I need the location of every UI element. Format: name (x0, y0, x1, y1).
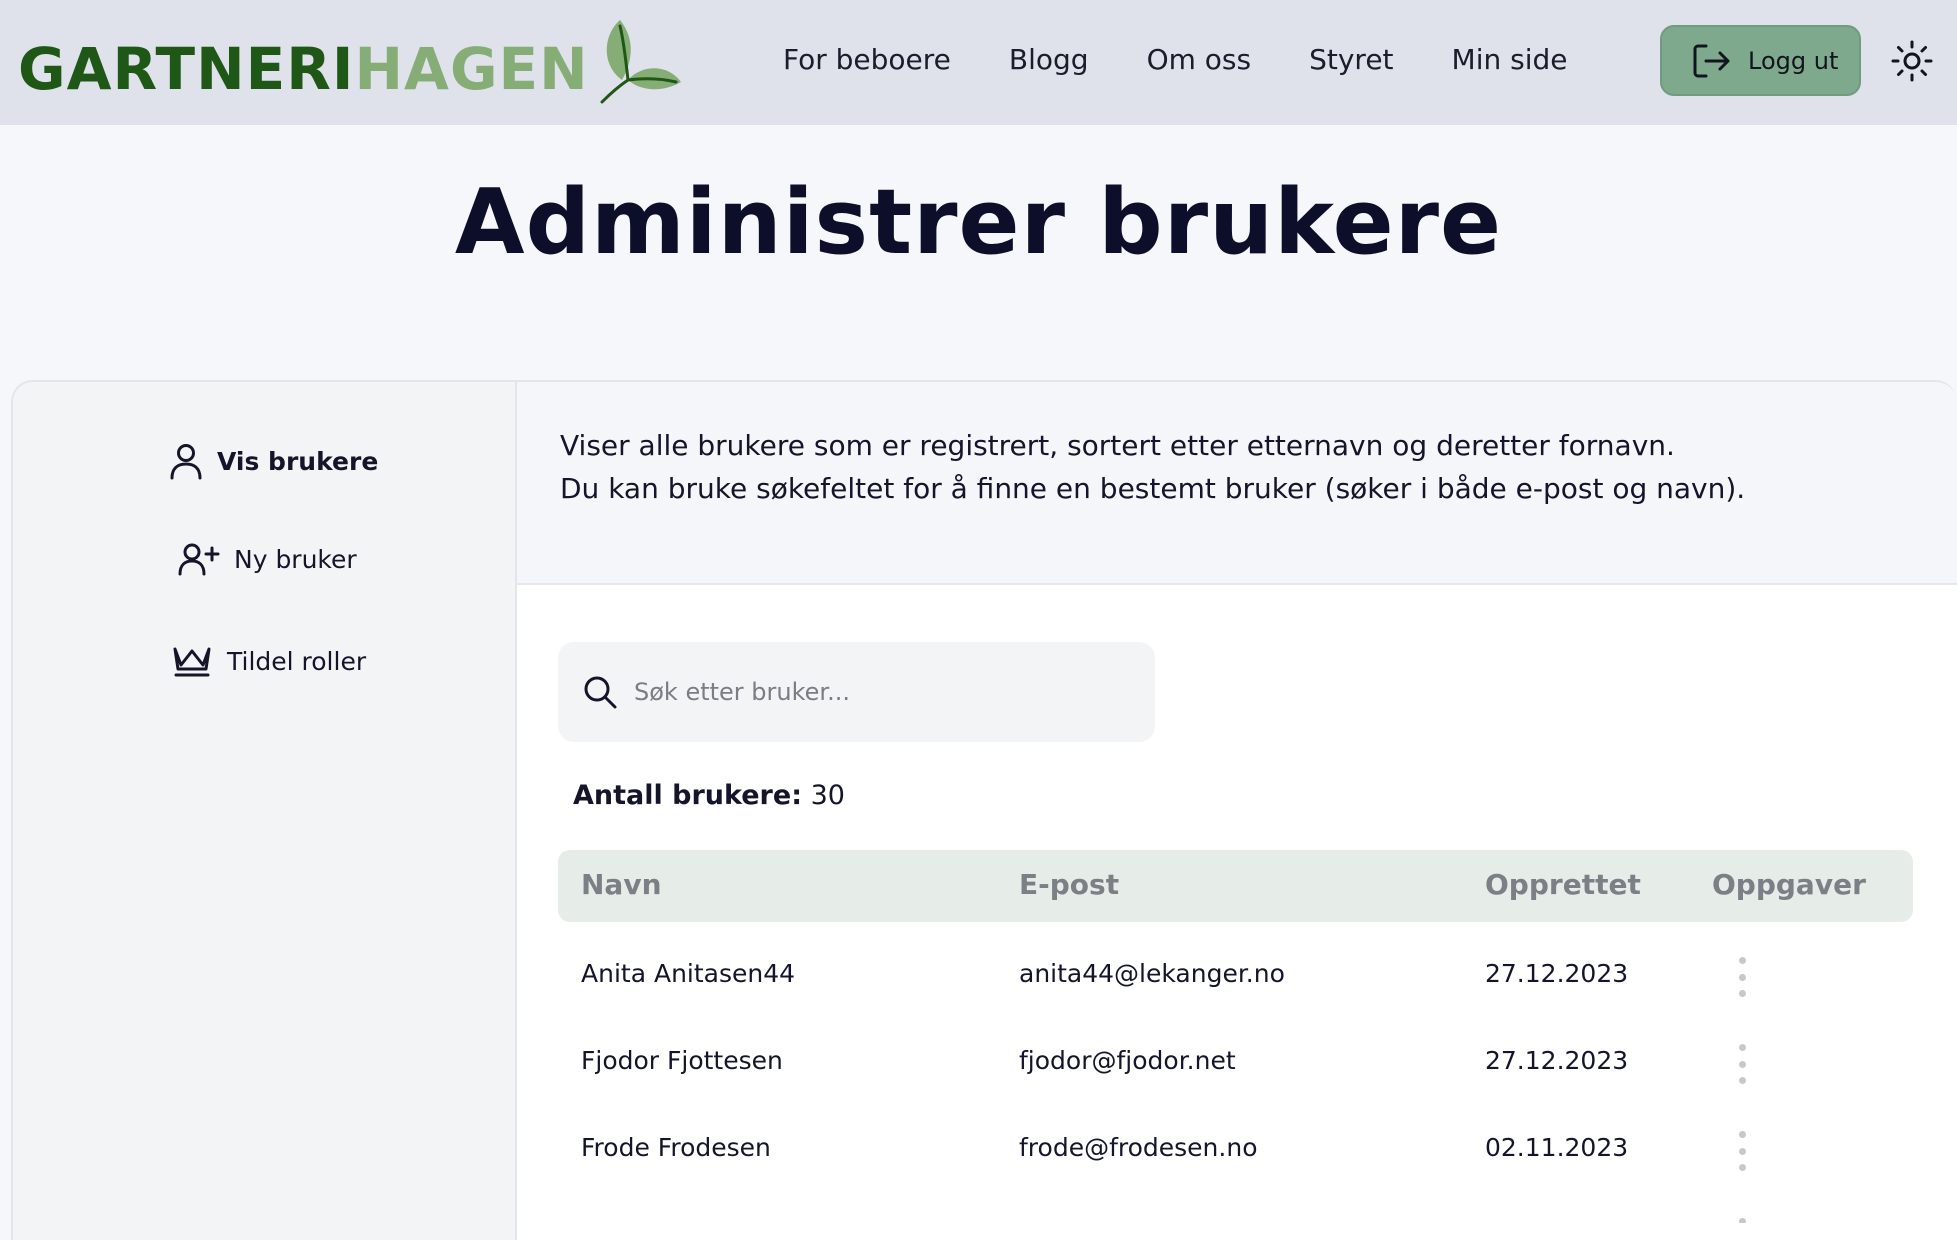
theme-toggle[interactable] (1889, 38, 1935, 84)
site-header: GARTNERIHAGEN For beboere Blogg Om oss S… (0, 0, 1957, 125)
logo-text-dark: GARTNERI (18, 35, 355, 103)
sidebar-item-tildel-roller[interactable]: Tildel roller (171, 643, 366, 679)
nav-styret[interactable]: Styret (1309, 40, 1393, 80)
user-count: Antall brukere: 30 (573, 780, 845, 811)
row-actions-menu-icon[interactable] (1734, 1218, 1750, 1223)
sidebar-item-vis-brukere[interactable]: Vis brukere (169, 442, 378, 480)
main-nav: For beboere Blogg Om oss Styret Min side (783, 40, 1626, 80)
search-box (558, 642, 1155, 742)
user-count-value: 30 (810, 780, 845, 811)
admin-sidebar: Vis brukere Ny bruker Tildel roller (13, 382, 517, 1240)
user-count-label: Antall brukere: (573, 780, 802, 811)
logout-icon (1693, 44, 1730, 77)
table-row[interactable] (558, 1194, 1913, 1223)
logo-text-light: HAGEN (354, 35, 589, 103)
sidebar-item-label: Vis brukere (217, 446, 379, 476)
cell-created: 27.12.2023 (1485, 1046, 1629, 1075)
nav-for-beboere[interactable]: For beboere (783, 40, 951, 80)
row-actions-menu-icon[interactable] (1734, 957, 1750, 997)
table-row[interactable]: Anita Anitasen44 anita44@lekanger.no 27.… (558, 933, 1913, 1019)
col-header-navn[interactable]: Navn (581, 868, 662, 901)
nav-blogg[interactable]: Blogg (1009, 40, 1089, 80)
cell-name: Anita Anitasen44 (581, 959, 796, 988)
sidebar-item-label: Tildel roller (227, 646, 367, 676)
table-row[interactable]: Frode Frodesen frode@frodesen.no 02.11.2… (558, 1107, 1913, 1193)
cell-created: 02.11.2023 (1485, 1133, 1629, 1162)
user-plus-icon (178, 543, 220, 576)
col-header-epost[interactable]: E-post (1019, 868, 1119, 901)
search-icon (584, 676, 617, 709)
cell-email: anita44@lekanger.no (1019, 959, 1285, 988)
cell-email: frode@frodesen.no (1019, 1133, 1258, 1162)
col-header-oppgaver: Oppgaver (1712, 868, 1866, 901)
info-box: Viser alle brukere som er registrert, so… (517, 382, 1957, 585)
sun-icon (1891, 40, 1933, 82)
page-title: Administrer brukere (454, 170, 1503, 275)
row-actions-menu-icon[interactable] (1734, 1044, 1750, 1084)
cell-name: Frode Frodesen (581, 1133, 771, 1162)
col-header-opprettet[interactable]: Opprettet (1485, 868, 1641, 901)
user-icon (170, 444, 202, 480)
table-row[interactable]: Fjodor Fjottesen fjodor@fjodor.net 27.12… (558, 1020, 1913, 1106)
cell-created: 27.12.2023 (1485, 959, 1629, 988)
sidebar-item-label: Ny bruker (234, 544, 357, 574)
cell-name: Fjodor Fjottesen (581, 1046, 783, 1075)
info-line-2: Du kan bruke søkefeltet for å finne en b… (560, 472, 1746, 505)
table-header: Navn E-post Opprettet Oppgaver (558, 850, 1913, 922)
info-line-1: Viser alle brukere som er registrert, so… (560, 429, 1675, 462)
cell-email: fjodor@fjodor.net (1019, 1046, 1236, 1075)
row-actions-menu-icon[interactable] (1734, 1131, 1750, 1171)
logout-label: Logg ut (1748, 46, 1839, 75)
nav-om-oss[interactable]: Om oss (1147, 40, 1252, 80)
crown-icon (173, 647, 211, 677)
leaf-icon (600, 20, 681, 104)
logout-button[interactable]: Logg ut (1660, 25, 1861, 96)
search-input[interactable] (634, 678, 1114, 706)
logo-text: GARTNERIHAGEN (18, 40, 589, 98)
sidebar-item-ny-bruker[interactable]: Ny bruker (178, 542, 357, 576)
site-logo[interactable]: GARTNERIHAGEN (18, 20, 681, 104)
nav-min-side[interactable]: Min side (1452, 40, 1568, 80)
